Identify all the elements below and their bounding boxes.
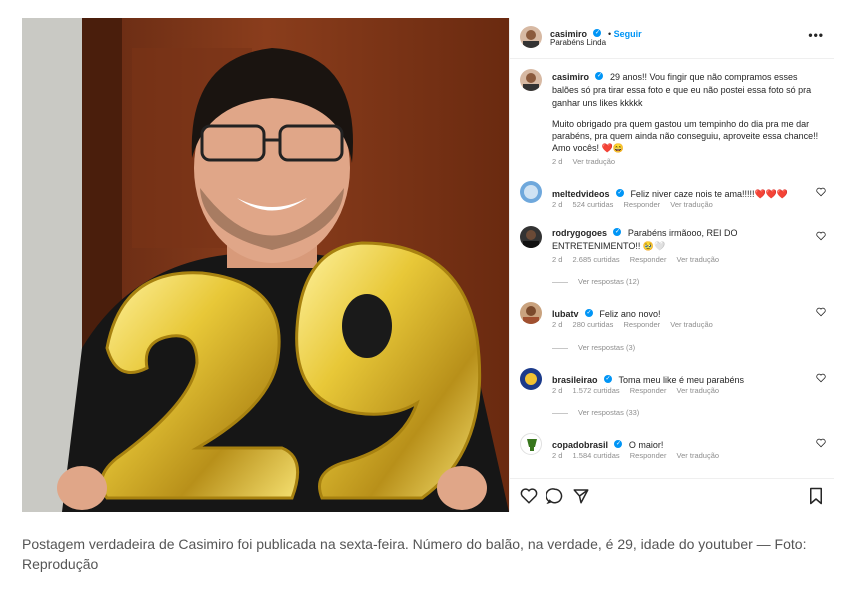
post-photo-illustration — [22, 18, 509, 512]
verified-badge-icon: ✓ — [593, 28, 602, 37]
like-heart-icon[interactable] — [816, 373, 826, 383]
verified-badge-icon: ✓ — [595, 71, 604, 80]
comment-time: 2 d — [552, 200, 563, 209]
like-heart-icon[interactable] — [520, 487, 538, 505]
comment-icon[interactable] — [546, 487, 564, 505]
comment-time: 2 d — [552, 386, 563, 395]
post-sidebar: casimiro ✓ • Seguir Parabéns Linda ••• c… — [509, 18, 834, 512]
comment-meta: 2 d 280 curtidas Responder Ver tradução — [552, 320, 721, 329]
caption-translate-link[interactable]: Ver tradução — [573, 157, 616, 166]
comment-username[interactable]: lubatv — [552, 309, 579, 319]
post-action-bar — [510, 478, 834, 513]
post-location[interactable]: Parabéns Linda — [550, 38, 606, 47]
comment-meta: 2 d 524 curtidas Responder Ver tradução — [552, 200, 721, 209]
reply-button[interactable]: Responder — [630, 386, 667, 395]
comment-meta: 2 d 2.685 curtidas Responder Ver traduçã… — [552, 255, 727, 264]
verified-badge-icon: ✓ — [614, 439, 623, 448]
follow-button[interactable]: Seguir — [614, 29, 642, 39]
comment-username[interactable]: brasileirao — [552, 375, 598, 385]
comment-likes[interactable]: 280 curtidas — [573, 320, 614, 329]
reply-button[interactable]: Responder — [623, 320, 660, 329]
comment-text: Toma meu like é meu parabéns — [618, 375, 745, 385]
like-heart-icon[interactable] — [816, 307, 826, 317]
verified-badge-icon: ✓ — [603, 374, 612, 383]
caption-meta: 2 d Ver tradução — [552, 157, 623, 166]
like-heart-icon[interactable] — [816, 231, 826, 241]
caption-avatar[interactable] — [520, 69, 542, 91]
view-replies-button[interactable]: Ver respostas (3) — [552, 343, 635, 352]
comment-text: Feliz ano novo! — [599, 309, 661, 319]
post-header: casimiro ✓ • Seguir Parabéns Linda ••• — [510, 18, 834, 59]
translate-link[interactable]: Ver tradução — [670, 200, 713, 209]
comment-likes[interactable]: 524 curtidas — [573, 200, 614, 209]
comment-avatar[interactable] — [520, 302, 542, 324]
caption-text-1: 29 anos!! Vou fingir que não compramos e… — [552, 72, 812, 108]
translate-link[interactable]: Ver tradução — [670, 320, 713, 329]
comment-likes[interactable]: 2.685 curtidas — [573, 255, 620, 264]
verified-badge-icon: ✓ — [615, 188, 624, 197]
caption-text-2: Muito obrigado pra quem gastou um tempin… — [552, 119, 819, 153]
caption-time[interactable]: 2 d — [552, 157, 562, 166]
comment-time: 2 d — [552, 451, 563, 460]
comment-username[interactable]: meltedvideos — [552, 189, 610, 199]
post-caption: casimiro ✓ 29 anos!! Vou fingir que não … — [552, 70, 822, 109]
view-replies-button[interactable]: Ver respostas (33) — [552, 408, 639, 417]
comment-likes[interactable]: 1.584 curtidas — [573, 451, 620, 460]
verified-badge-icon: ✓ — [584, 308, 593, 317]
post-photo[interactable] — [22, 18, 509, 512]
comment-time: 2 d — [552, 255, 563, 264]
like-heart-icon[interactable] — [816, 187, 826, 197]
instagram-embed: casimiro ✓ • Seguir Parabéns Linda ••• c… — [22, 18, 834, 512]
translate-link[interactable]: Ver tradução — [677, 451, 720, 460]
comment-username[interactable]: rodrygogoes — [552, 228, 607, 238]
view-replies-button[interactable]: Ver respostas (12) — [552, 277, 639, 286]
author-avatar[interactable] — [520, 26, 542, 48]
comment-likes[interactable]: 1.572 curtidas — [573, 386, 620, 395]
comment-text: Feliz niver caze nois te ama!!!!!❤️❤️❤️ — [630, 189, 789, 199]
comment-avatar[interactable] — [520, 181, 542, 203]
comment-time: 2 d — [552, 320, 563, 329]
photo-caption: Postagem verdadeira de Casimiro foi publ… — [22, 536, 807, 572]
more-horizontal-icon[interactable]: ••• — [808, 28, 824, 42]
translate-link[interactable]: Ver tradução — [677, 255, 720, 264]
comment-username[interactable]: copadobrasil — [552, 440, 608, 450]
comment-meta: 2 d 1.584 curtidas Responder Ver traduçã… — [552, 451, 727, 460]
comment-avatar[interactable] — [520, 433, 542, 455]
comment-meta: 2 d 1.572 curtidas Responder Ver traduçã… — [552, 386, 727, 395]
caption-username[interactable]: casimiro — [552, 72, 589, 82]
reply-button[interactable]: Responder — [630, 451, 667, 460]
reply-button[interactable]: Responder — [623, 200, 660, 209]
reply-button[interactable]: Responder — [630, 255, 667, 264]
translate-link[interactable]: Ver tradução — [677, 386, 720, 395]
share-icon[interactable] — [572, 487, 590, 505]
like-heart-icon[interactable] — [816, 438, 826, 448]
verified-badge-icon: ✓ — [613, 227, 622, 236]
comment-text: O maior! — [628, 440, 664, 450]
comment-avatar[interactable] — [520, 368, 542, 390]
bookmark-icon[interactable] — [808, 487, 824, 505]
comment-avatar[interactable] — [520, 226, 542, 248]
